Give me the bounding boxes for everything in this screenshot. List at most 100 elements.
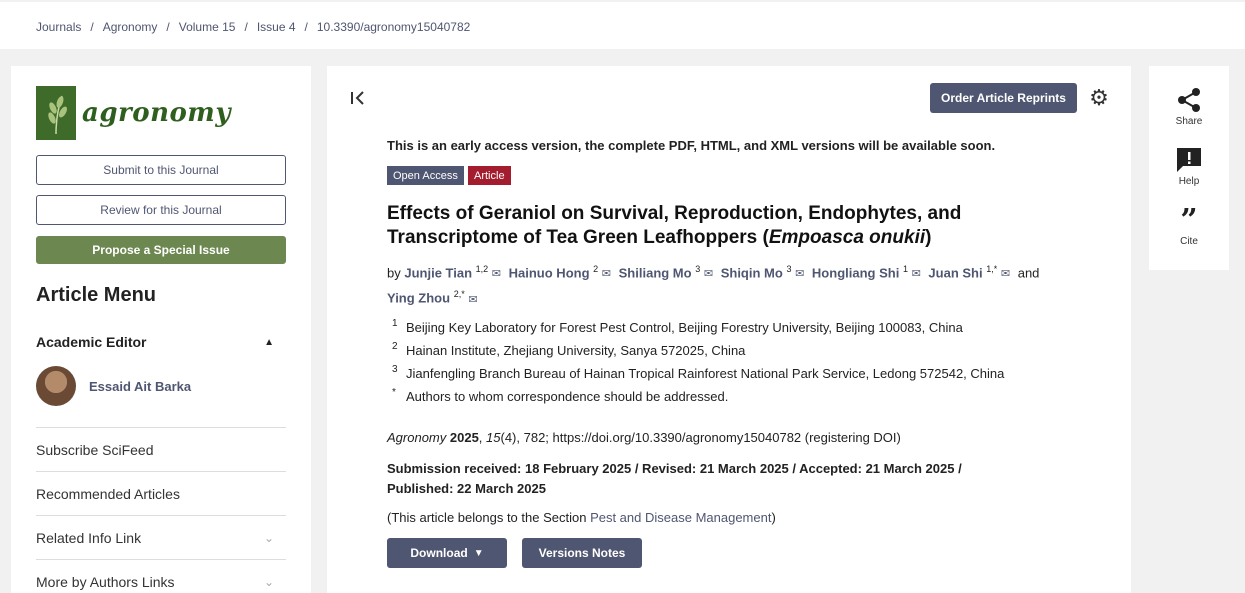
- affiliation-text: Jianfengling Branch Bureau of Hainan Tro…: [406, 366, 1005, 381]
- author-list: by Junjie Tian 1,2 ✉ Hainuo Hong 2 ✉ Shi…: [387, 259, 1087, 310]
- author-link[interactable]: Shiliang Mo: [619, 265, 692, 280]
- help-action[interactable]: Help: [1149, 146, 1229, 187]
- cite-action[interactable]: ” Cite: [1149, 202, 1229, 248]
- mail-icon[interactable]: ✉: [795, 268, 804, 280]
- affiliation-num: 2: [392, 341, 398, 352]
- title-end: ): [925, 227, 932, 248]
- breadcrumb-issue[interactable]: Issue 4: [257, 20, 296, 34]
- author-link[interactable]: Juan Shi: [928, 265, 982, 280]
- affiliation-num: *: [392, 387, 396, 398]
- chevron-down-icon: ▼: [473, 547, 484, 559]
- gear-icon[interactable]: ⚙: [1087, 86, 1111, 110]
- versions-notes-button[interactable]: Versions Notes: [522, 538, 642, 568]
- section-info: (This article belongs to the Section Pes…: [387, 510, 776, 525]
- menu-item-label: Related Info Link: [36, 529, 142, 546]
- menu-item-subscribe-scifeed[interactable]: Subscribe SciFeed: [36, 427, 286, 471]
- early-access-notice: This is an early access version, the com…: [387, 138, 996, 153]
- affiliation: 2 Hainan Institute, Zhejiang University, …: [392, 339, 1004, 362]
- download-button[interactable]: Download ▼: [387, 538, 507, 568]
- affiliation-text: Authors to whom correspondence should be…: [406, 389, 729, 404]
- affiliation: 3 Jianfengling Branch Bureau of Hainan Tr…: [392, 362, 1004, 385]
- breadcrumb-journals[interactable]: Journals: [36, 20, 81, 34]
- logo-text: agronomy: [82, 98, 231, 128]
- author-link[interactable]: Ying Zhou: [387, 291, 450, 306]
- academic-editor-label: Academic Editor: [36, 334, 147, 350]
- article-main: Order Article Reprints ⚙ This is an earl…: [327, 66, 1131, 593]
- section-prefix: (This article belongs to the Section: [387, 510, 591, 525]
- menu-item-label: Recommended Articles: [36, 485, 180, 502]
- author-affil: 3: [786, 264, 792, 274]
- right-action-bar: Share Help ” Cite: [1149, 66, 1229, 270]
- cite-label: Cite: [1180, 236, 1198, 247]
- title-species: Empoasca onukii: [768, 227, 926, 248]
- breadcrumb: Journals / Agronomy / Volume 15/ Issue 4/ …: [36, 20, 471, 34]
- menu-item-recommended-articles[interactable]: Recommended Articles: [36, 471, 286, 515]
- mail-icon[interactable]: ✉: [468, 294, 477, 306]
- wheat-icon: [36, 86, 76, 140]
- author-affil: 1,2: [475, 264, 489, 274]
- mail-icon[interactable]: ✉: [704, 268, 713, 280]
- journal-logo[interactable]: agronomy: [36, 86, 230, 140]
- citation-line: Agronomy 2025, 15(4), 782; https://doi.o…: [387, 430, 901, 445]
- author-link[interactable]: Shiqin Mo: [721, 265, 783, 280]
- article-type-badge: Article: [468, 166, 511, 185]
- editor-entry[interactable]: Essaid Ait Barka: [36, 366, 191, 406]
- editor-name[interactable]: Essaid Ait Barka: [89, 379, 191, 394]
- author-affil: 2,*: [453, 289, 465, 300]
- help-icon: [1149, 146, 1229, 174]
- and-label: and: [1017, 265, 1040, 281]
- affiliation-num: 1: [392, 318, 398, 329]
- download-label: Download: [410, 546, 468, 560]
- mail-icon[interactable]: ✉: [912, 268, 921, 280]
- breadcrumb-doi: 10.3390/agronomy15040782: [316, 20, 471, 34]
- author-link[interactable]: Junjie Tian: [404, 265, 472, 280]
- affiliation-num: 3: [392, 364, 398, 375]
- breadcrumb-agronomy[interactable]: Agronomy: [103, 20, 158, 34]
- menu-item-label: More by Authors Links: [36, 573, 175, 590]
- menu-item-label: Subscribe SciFeed: [36, 441, 154, 458]
- quote-icon: ”: [1180, 202, 1198, 238]
- share-label: Share: [1175, 116, 1203, 127]
- citation-journal: Agronomy: [387, 430, 447, 445]
- mail-icon[interactable]: ✉: [1001, 268, 1010, 280]
- order-reprints-button[interactable]: Order Article Reprints: [930, 83, 1077, 113]
- review-for-journal-button[interactable]: Review for this Journal: [36, 195, 286, 225]
- left-sidebar: agronomy Submit to this Journal Review f…: [11, 66, 311, 593]
- chevron-down-icon: ⌄: [263, 574, 274, 589]
- author-link[interactable]: Hainuo Hong: [509, 265, 590, 280]
- author-link[interactable]: Hongliang Shi: [812, 265, 899, 280]
- propose-special-issue-button[interactable]: Propose a Special Issue: [36, 236, 286, 264]
- share-action[interactable]: Share: [1149, 86, 1229, 127]
- article-menu-title: Article Menu: [36, 284, 157, 306]
- affiliation-text: Hainan Institute, Zhejiang University, S…: [406, 343, 746, 358]
- affiliation: 1 Beijing Key Laboratory for Forest Pest …: [392, 316, 1004, 339]
- article-title: Effects of Geraniol on Survival, Reprodu…: [387, 202, 1027, 250]
- affiliation: * Authors to whom correspondence should b…: [392, 385, 1004, 408]
- breadcrumb-volume[interactable]: Volume 15: [179, 20, 236, 34]
- avatar: [36, 366, 76, 406]
- menu-item-more-by-authors[interactable]: More by Authors Links ⌄: [36, 559, 286, 593]
- article-dates: Submission received: 18 February 2025 / …: [387, 461, 962, 496]
- open-access-badge: Open Access: [387, 166, 464, 185]
- chevron-down-icon: ⌄: [263, 530, 274, 545]
- top-bar: Journals / Agronomy / Volume 15/ Issue 4/ …: [0, 2, 1245, 49]
- submit-to-journal-button[interactable]: Submit to this Journal: [36, 155, 286, 185]
- mail-icon[interactable]: ✉: [492, 268, 501, 280]
- author-affil: 1: [902, 264, 908, 274]
- by-label: by: [387, 265, 401, 281]
- citation-year: 2025: [449, 430, 479, 445]
- author-affil: 2: [593, 264, 599, 274]
- section-suffix: ): [771, 510, 776, 525]
- citation-volume: 15: [486, 430, 501, 445]
- author-affil: 1,*: [986, 264, 998, 274]
- affiliation-list: 1 Beijing Key Laboratory for Forest Pest …: [392, 316, 1004, 408]
- affiliation-text: Beijing Key Laboratory for Forest Pest C…: [406, 320, 963, 335]
- menu-item-related-info-link[interactable]: Related Info Link ⌄: [36, 515, 286, 559]
- collapse-sidebar-icon[interactable]: [350, 90, 368, 106]
- citation-rest[interactable]: (4), 782; https://doi.org/10.3390/agrono…: [501, 430, 901, 445]
- share-icon: [1149, 86, 1229, 114]
- mail-icon[interactable]: ✉: [602, 268, 611, 280]
- academic-editor-toggle[interactable]: Academic Editor ▲: [36, 334, 286, 350]
- chevron-up-icon: ▲: [264, 337, 274, 348]
- section-link[interactable]: Pest and Disease Management: [590, 510, 771, 525]
